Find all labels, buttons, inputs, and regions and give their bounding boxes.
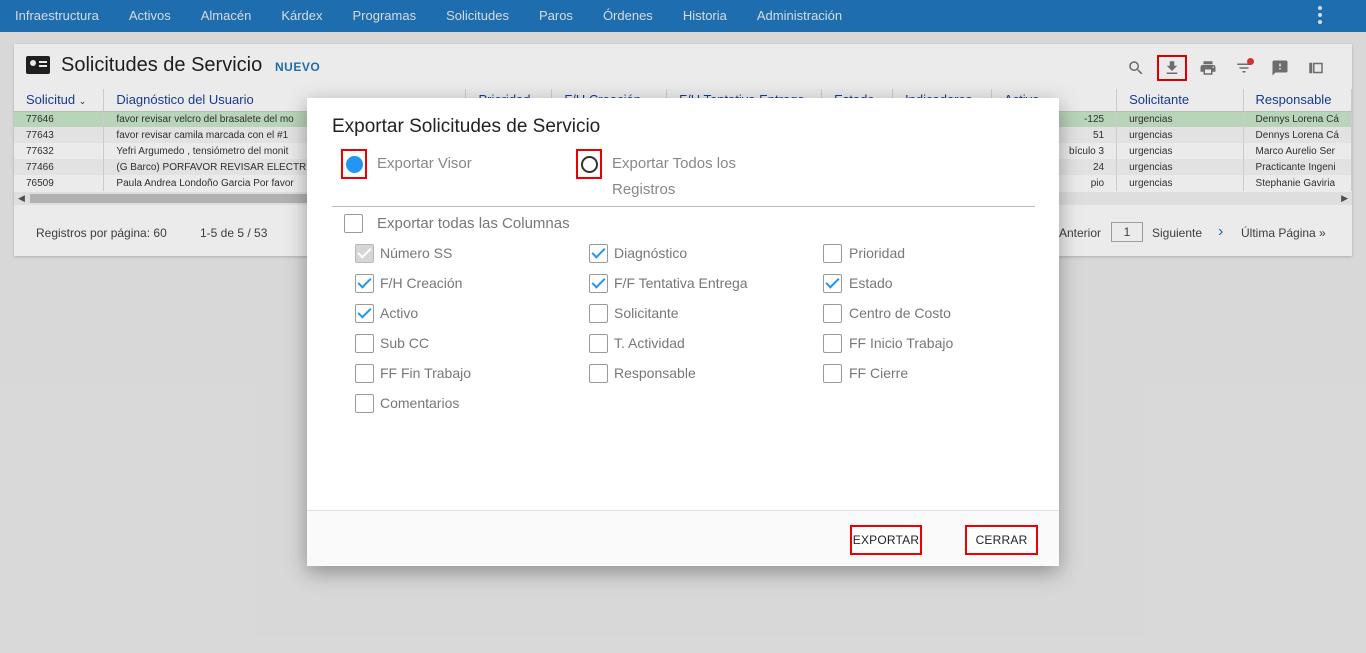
checkbox-ff-fin[interactable]	[355, 364, 374, 383]
radio-export-todos-label-line2: Registros	[612, 181, 676, 198]
checkbox-centro-costo-label[interactable]: Centro de Costo	[849, 304, 951, 323]
export-button[interactable]: EXPORTAR	[850, 525, 922, 555]
checkbox-sub-cc-label[interactable]: Sub CC	[380, 334, 429, 353]
checkbox-ff-inicio-label[interactable]: FF Inicio Trabajo	[849, 334, 953, 353]
checkbox-diagnostico[interactable]	[589, 244, 608, 263]
checkbox-comentarios[interactable]	[355, 394, 374, 413]
checkbox-centro-costo[interactable]	[823, 304, 842, 323]
checkbox-comentarios-label[interactable]: Comentarios	[380, 394, 459, 413]
checkbox-all-columns-label[interactable]: Exportar todas las Columnas	[377, 214, 570, 233]
divider	[332, 206, 1035, 207]
checkbox-diagnostico-label[interactable]: Diagnóstico	[614, 244, 687, 263]
checkbox-ff-cierre-label[interactable]: FF Cierre	[849, 364, 908, 383]
checkbox-numero-ss-label: Número SS	[380, 245, 453, 261]
checkbox-ff-inicio[interactable]	[823, 334, 842, 353]
checkbox-fh-creacion[interactable]	[355, 274, 374, 293]
checkbox-ff-fin-label[interactable]: FF Fin Trabajo	[380, 364, 471, 383]
checkbox-estado-label[interactable]: Estado	[849, 274, 893, 293]
dialog-title: Exportar Solicitudes de Servicio	[332, 116, 601, 137]
checkbox-t-actividad-label[interactable]: T. Actividad	[614, 334, 685, 353]
close-button[interactable]: CERRAR	[965, 525, 1038, 555]
radio-unselected-icon	[580, 155, 598, 173]
export-dialog: Exportar Solicitudes de Servicio Exporta…	[307, 98, 1059, 566]
checkbox-numero-ss[interactable]	[355, 244, 374, 263]
checkbox-estado[interactable]	[823, 274, 842, 293]
radio-export-todos-label[interactable]: Exportar Todos los Registros	[612, 151, 736, 203]
checkbox-activo-label[interactable]: Activo	[380, 304, 418, 323]
checkbox-activo[interactable]	[355, 304, 374, 323]
checkbox-t-actividad[interactable]	[589, 334, 608, 353]
checkbox-responsable[interactable]	[589, 364, 608, 383]
checkbox-solicitante[interactable]	[589, 304, 608, 323]
checkbox-ff-tentativa-label[interactable]: F/F Tentativa Entrega	[614, 274, 748, 293]
checkbox-prioridad-label[interactable]: Prioridad	[849, 244, 905, 263]
checkbox-sub-cc[interactable]	[355, 334, 374, 353]
checkbox-ff-cierre[interactable]	[823, 364, 842, 383]
checkbox-responsable-label[interactable]: Responsable	[614, 364, 696, 383]
radio-export-visor[interactable]	[341, 149, 367, 179]
radio-selected-icon	[345, 155, 363, 173]
checkbox-prioridad[interactable]	[823, 244, 842, 263]
radio-export-todos-label-line1: Exportar Todos los	[612, 155, 736, 172]
radio-export-todos[interactable]	[576, 149, 602, 179]
checkbox-all-columns[interactable]	[344, 214, 363, 233]
radio-export-visor-label[interactable]: Exportar Visor	[377, 151, 472, 177]
checkbox-fh-creacion-label[interactable]: F/H Creación	[380, 274, 462, 293]
checkbox-ff-tentativa[interactable]	[589, 274, 608, 293]
dialog-footer: EXPORTAR CERRAR	[307, 510, 1059, 566]
checkbox-solicitante-label[interactable]: Solicitante	[614, 304, 679, 323]
